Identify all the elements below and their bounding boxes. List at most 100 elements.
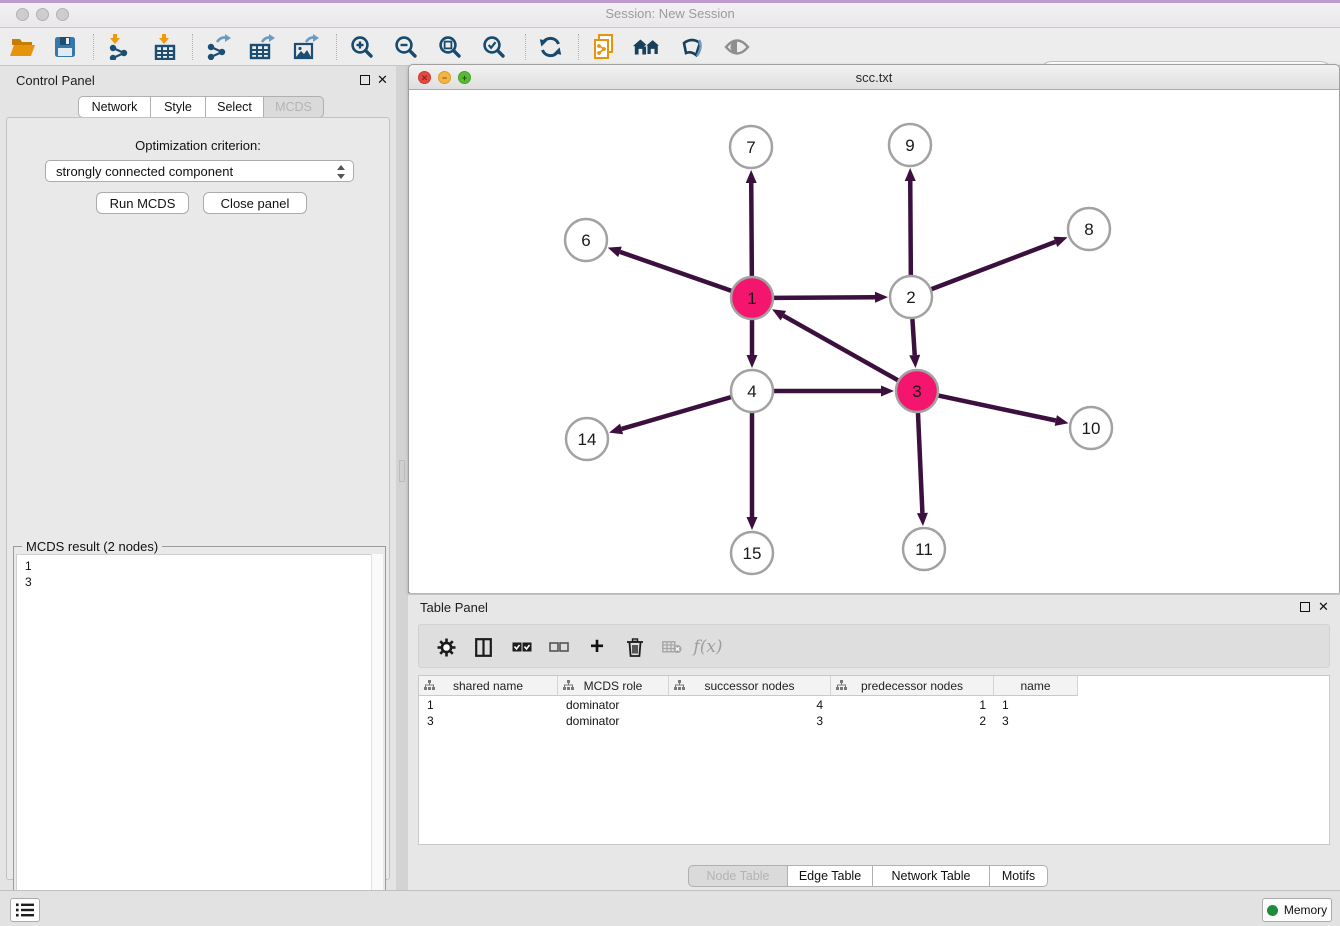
optimization-criterion-select[interactable]: strongly connected component [45, 160, 354, 182]
cell-mcds-role[interactable]: dominator [558, 697, 669, 713]
tab-edge-table[interactable]: Edge Table [788, 865, 873, 887]
tab-network[interactable]: Network [78, 96, 151, 118]
import-table-button[interactable] [150, 33, 180, 61]
edge-1-7[interactable] [751, 183, 752, 276]
float-panel-button[interactable] [360, 75, 370, 85]
tab-select[interactable]: Select [206, 96, 264, 118]
cell-name[interactable]: 3 [994, 713, 1078, 729]
hide-selected-button[interactable] [677, 33, 707, 61]
deselect-all-button[interactable] [544, 633, 574, 661]
select-all-button[interactable] [507, 633, 537, 661]
clone-network-button[interactable] [589, 33, 619, 61]
toolbar-separator [336, 34, 337, 60]
column-header-shared-name[interactable]: shared name [419, 676, 558, 696]
export-table-button[interactable] [247, 33, 277, 61]
first-neighbors-button[interactable] [632, 33, 662, 61]
network-window-title: scc.txt [409, 70, 1339, 85]
export-network-button[interactable] [203, 33, 233, 61]
cell-predecessor-nodes[interactable]: 2 [831, 713, 994, 729]
edge-arrowhead [1053, 237, 1067, 247]
import-table-icon [153, 34, 177, 60]
cell-name[interactable]: 1 [994, 697, 1078, 713]
edge-arrowhead [747, 517, 758, 530]
tab-mcds[interactable]: MCDS [264, 96, 324, 118]
delete-table-icon [662, 640, 682, 654]
delete-table-button[interactable] [657, 633, 687, 661]
zoom-selected-button[interactable] [479, 33, 509, 61]
result-scrollbar[interactable] [371, 554, 383, 925]
document-network-icon [591, 34, 617, 60]
node-label-2: 2 [906, 288, 915, 307]
close-table-panel-icon[interactable]: ✕ [1318, 599, 1329, 615]
zoom-fit-button[interactable] [435, 33, 465, 61]
column-header-predecessor-nodes[interactable]: predecessor nodes [831, 676, 994, 696]
mcds-result-list[interactable]: 1 3 [16, 554, 373, 925]
edge-3-10[interactable] [939, 396, 1056, 421]
cell-shared-name[interactable]: 1 [419, 697, 558, 713]
zoom-out-icon [394, 35, 418, 59]
status-bar: Memory [0, 890, 1340, 926]
cell-successor-nodes[interactable]: 4 [669, 697, 831, 713]
zoom-selected-icon [482, 35, 506, 59]
show-all-button[interactable] [722, 33, 752, 61]
cell-successor-nodes[interactable]: 3 [669, 713, 831, 729]
network-window-titlebar[interactable]: ✕ − + scc.txt [409, 65, 1339, 90]
network-canvas[interactable]: 7968124314101511 [410, 90, 1339, 593]
export-image-button[interactable] [291, 33, 321, 61]
node-label-15: 15 [743, 544, 762, 563]
float-table-panel-button[interactable] [1300, 602, 1310, 612]
close-panel-icon[interactable]: ✕ [377, 72, 388, 88]
import-network-button[interactable] [103, 33, 133, 61]
edge-2-8[interactable] [932, 242, 1056, 289]
edge-1-2[interactable] [774, 297, 875, 298]
mcds-tab-content: Optimization criterion: strongly connect… [6, 117, 390, 880]
panel-splitter-handle[interactable] [399, 460, 405, 482]
tree-icon [674, 680, 685, 691]
column-header-name[interactable]: name [994, 676, 1078, 696]
zoom-in-button[interactable] [347, 33, 377, 61]
cell-shared-name[interactable]: 3 [419, 713, 558, 729]
export-table-icon [249, 34, 275, 60]
tab-style[interactable]: Style [151, 96, 206, 118]
edge-arrowhead [909, 355, 920, 368]
column-visibility-button[interactable] [468, 633, 498, 661]
close-panel-button[interactable]: Close panel [203, 192, 307, 214]
zoom-out-button[interactable] [391, 33, 421, 61]
edge-4-14[interactable] [622, 397, 731, 429]
run-mcds-button[interactable]: Run MCDS [96, 192, 189, 214]
function-builder-button[interactable]: f(x) [693, 633, 723, 661]
table-row[interactable]: 1 dominator 4 1 1 [419, 697, 1078, 713]
memory-button[interactable]: Memory [1262, 898, 1332, 922]
table-row[interactable]: 3 dominator 3 2 3 [419, 713, 1078, 729]
edge-2-3[interactable] [912, 319, 914, 355]
apply-layout-button[interactable] [535, 33, 565, 61]
cell-predecessor-nodes[interactable]: 1 [831, 697, 994, 713]
column-label: MCDS role [584, 679, 643, 693]
edge-3-11[interactable] [918, 413, 922, 513]
tab-network-table[interactable]: Network Table [873, 865, 990, 887]
column-header-successor-nodes[interactable]: successor nodes [669, 676, 831, 696]
table-panel-title: Table Panel [420, 600, 488, 615]
open-session-button[interactable] [8, 33, 38, 61]
floppy-disk-icon [54, 36, 76, 58]
column-header-mcds-role[interactable]: MCDS role [558, 676, 669, 696]
save-session-button[interactable] [50, 33, 80, 61]
task-history-button[interactable] [10, 898, 40, 922]
mcds-result-line: 1 [25, 558, 372, 574]
add-column-button[interactable]: + [582, 633, 612, 661]
control-panel: Control Panel ✕ Network Style Select MCD… [0, 66, 396, 890]
edge-1-6[interactable] [620, 252, 731, 291]
edge-2-9[interactable] [910, 181, 911, 275]
edge-arrowhead [608, 247, 622, 257]
table-settings-button[interactable] [431, 633, 461, 661]
tab-node-table[interactable]: Node Table [688, 865, 788, 887]
cell-mcds-role[interactable]: dominator [558, 713, 669, 729]
delete-column-button[interactable] [620, 633, 650, 661]
network-graph[interactable]: 7968124314101511 [410, 90, 1339, 593]
column-label: shared name [453, 679, 523, 693]
tab-motifs[interactable]: Motifs [990, 865, 1048, 887]
toolbar-separator [192, 34, 193, 60]
edge-3-1[interactable] [783, 316, 897, 381]
optimization-criterion-label: Optimization criterion: [7, 138, 389, 153]
edge-arrowhead [881, 386, 894, 397]
